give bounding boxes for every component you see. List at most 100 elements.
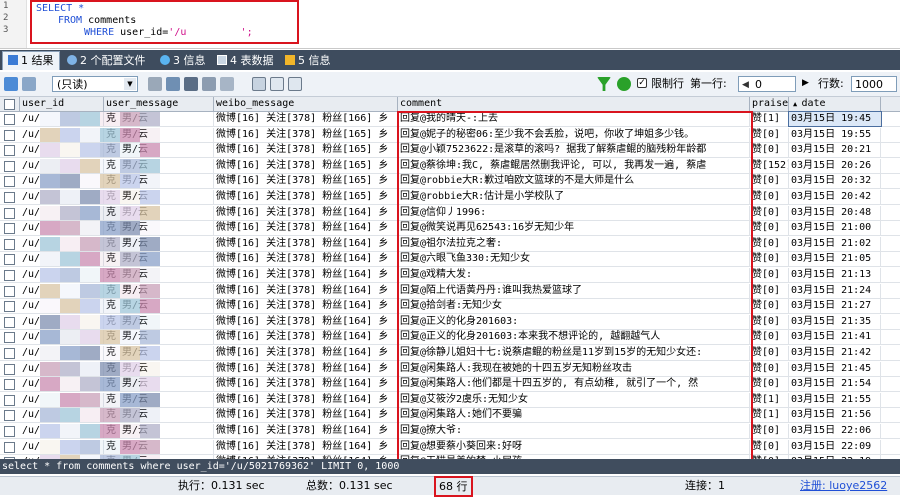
- cell-weibo-message[interactable]: 微博[16] 关注[378] 粉丝[164] 乡: [214, 392, 398, 407]
- refresh-icon[interactable]: [617, 77, 631, 91]
- row-checkbox[interactable]: [4, 332, 15, 344]
- table-row[interactable]: /u/克 男/云微博[16] 关注[378] 粉丝[165] 乡回复@妮子的秘密…: [0, 127, 900, 143]
- row-checkbox[interactable]: [4, 301, 15, 313]
- table-row[interactable]: /u/克 男/云 微博[16] 关注[378] 粉丝[165] 乡回复@小颖752…: [0, 143, 900, 159]
- row-checkbox[interactable]: [4, 238, 15, 250]
- cell-praise[interactable]: 赞[1]: [750, 392, 789, 407]
- cell-praise[interactable]: 赞[0]: [750, 143, 789, 158]
- cell-weibo-message[interactable]: 微博[16] 关注[378] 粉丝[165] 乡: [214, 190, 398, 204]
- cell-date[interactable]: 03月15日 21:02: [789, 236, 881, 251]
- cell-comment[interactable]: 回复@艾筱汐2虞乐:无知少女: [398, 392, 750, 407]
- cell-praise[interactable]: 赞[0]: [750, 361, 789, 376]
- row-checkbox[interactable]: [4, 394, 15, 406]
- tab-info-2[interactable]: 5 信息: [280, 52, 336, 70]
- row-checkbox[interactable]: [4, 426, 15, 437]
- table-row[interactable]: /u/克 男/云微博[16] 关注[378] 粉丝[164] 乡回复@想要蔡小葵…: [0, 439, 900, 455]
- registration-link[interactable]: 注册: luoye2562: [800, 477, 887, 495]
- table-row[interactable]: /u/克 男/云微博[16] 关注[378] 粉丝[164] 乡回复@六眼飞鱼3…: [0, 252, 900, 268]
- cell-comment[interactable]: 回复@正义的化身201603:: [398, 314, 750, 329]
- cell-comment[interactable]: 回复@闲集路人:我现在被她的十四五岁无知粉丝攻击: [398, 361, 750, 376]
- cell-weibo-message[interactable]: 微博[16] 关注[378] 粉丝[164] 乡: [214, 299, 398, 314]
- cell-date[interactable]: 03月15日 21:24: [789, 283, 881, 298]
- table-row[interactable]: /u/克 男/云微博[16] 关注[378] 粉丝[164] 乡回复@艾筱汐2虞…: [0, 392, 900, 408]
- tab-table-data[interactable]: 4 表数据: [212, 52, 279, 70]
- cell-praise[interactable]: 赞[0]: [750, 424, 789, 438]
- cell-weibo-message[interactable]: 微博[16] 关注[378] 粉丝[164] 乡: [214, 268, 398, 282]
- cell-date[interactable]: 03月15日 20:32: [789, 174, 881, 189]
- row-checkbox[interactable]: [4, 410, 15, 422]
- cell-comment[interactable]: 回复@陌上代语黄丹丹:谁叫我热爱篮球了: [398, 283, 750, 298]
- sql-editor[interactable]: 1 2 3 SELECT * FROM comments WHERE user_…: [0, 0, 900, 49]
- filter-icon[interactable]: [597, 77, 611, 91]
- cell-date[interactable]: 03月15日 21:55: [789, 392, 881, 407]
- col-date[interactable]: ▲ date: [789, 97, 881, 111]
- cell-comment[interactable]: 回复@蔡徐坤:我C, 蔡虐鲲居然删我评论, 可以, 我再发一遍, 蔡虐: [398, 158, 750, 173]
- cell-date[interactable]: 03月15日 21:41: [789, 330, 881, 345]
- mode-select[interactable]: (只读) ▼: [52, 76, 138, 92]
- refresh-query-icon[interactable]: [166, 77, 180, 91]
- cell-comment[interactable]: 回复@我的晴天-:上去: [398, 112, 750, 126]
- copy-icon[interactable]: [148, 77, 162, 91]
- row-checkbox[interactable]: [4, 176, 15, 188]
- cell-praise[interactable]: 赞[1]: [750, 112, 789, 126]
- cell-date[interactable]: 03月15日 21:45: [789, 361, 881, 376]
- header-select-all[interactable]: [0, 97, 20, 111]
- cell-weibo-message[interactable]: 微博[16] 关注[378] 粉丝[165] 乡: [214, 174, 398, 189]
- cell-praise[interactable]: 赞[0]: [750, 205, 789, 220]
- cell-praise[interactable]: 赞[0]: [750, 299, 789, 314]
- col-user-id[interactable]: user_id: [20, 97, 104, 111]
- cell-praise[interactable]: 赞[152]: [750, 158, 789, 173]
- cell-praise[interactable]: 赞[0]: [750, 127, 789, 142]
- tab-profiles[interactable]: 2 个配置文件: [62, 52, 151, 70]
- table-row[interactable]: /u/克 男/云微博[16] 关注[378] 粉丝[164] 乡回复@正义的化身…: [0, 314, 900, 330]
- cell-weibo-message[interactable]: 微博[16] 关注[378] 粉丝[164] 乡: [214, 439, 398, 454]
- row-checkbox[interactable]: [4, 254, 15, 266]
- cell-date[interactable]: 03月15日 20:26: [789, 158, 881, 173]
- table-row[interactable]: /u/克 男/云微博[16] 关注[378] 粉丝[164] 乡回复@微笑说再见…: [0, 221, 900, 237]
- cell-weibo-message[interactable]: 微博[16] 关注[378] 粉丝[164] 乡: [214, 236, 398, 251]
- text-view-icon[interactable]: [288, 77, 302, 91]
- table-row[interactable]: /u/克 男/云微博[16] 关注[378] 粉丝[165] 乡回复@robbi…: [0, 190, 900, 205]
- row-checkbox[interactable]: [4, 285, 15, 297]
- first-row-input[interactable]: ◀ 0: [738, 76, 796, 92]
- tab-info[interactable]: 3 信息: [155, 52, 211, 70]
- rows-input[interactable]: 1000: [851, 76, 897, 92]
- cell-weibo-message[interactable]: 微博[16] 关注[378] 粉丝[166] 乡: [214, 112, 398, 126]
- cell-date[interactable]: 03月15日 21:00: [789, 221, 881, 236]
- cell-comment[interactable]: 回复@拾剑者:无知少女: [398, 299, 750, 314]
- revert-icon[interactable]: [220, 77, 234, 91]
- row-checkbox[interactable]: [4, 223, 15, 235]
- cell-comment[interactable]: 回复@信仰丿1996:: [398, 205, 750, 220]
- prev-page-icon[interactable]: ◀: [742, 77, 749, 93]
- cell-comment[interactable]: 回复@robbie大R:估计是小学校队了: [398, 190, 750, 204]
- cell-weibo-message[interactable]: 微博[16] 关注[378] 粉丝[164] 乡: [214, 424, 398, 438]
- cell-date[interactable]: 03月15日 21:56: [789, 408, 881, 423]
- cell-comment[interactable]: 回复@闲集路人:她们不要骗: [398, 408, 750, 423]
- row-checkbox[interactable]: [4, 145, 15, 157]
- row-checkbox[interactable]: [4, 192, 15, 203]
- cell-comment[interactable]: 回复@徐静儿姐妇十七:说蔡虐鲲的粉丝是11岁到15岁的无知少女还:: [398, 346, 750, 360]
- row-checkbox[interactable]: [4, 270, 15, 281]
- form-view-icon[interactable]: [270, 77, 284, 91]
- cell-comment[interactable]: 回复@robbie大R:歉过咱欧文篮球的不是大师是什么: [398, 174, 750, 189]
- table-row[interactable]: /u/克 男/云 微博[16] 关注[378] 粉丝[164] 乡回复@陌上代语黄…: [0, 283, 900, 299]
- export-icon[interactable]: [4, 77, 18, 91]
- table-row[interactable]: /u/克 男/云微博[16] 关注[378] 粉丝[164] 乡回复@徐静儿姐妇…: [0, 346, 900, 361]
- cell-weibo-message[interactable]: 微博[16] 关注[378] 粉丝[164] 乡: [214, 361, 398, 376]
- col-praise[interactable]: praise: [750, 97, 789, 111]
- table-row[interactable]: /u/克 男/云微博[16] 关注[378] 粉丝[164] 乡回复@正义的化身…: [0, 330, 900, 346]
- grid-options-icon[interactable]: [22, 77, 36, 91]
- cell-praise[interactable]: 赞[0]: [750, 346, 789, 360]
- cell-date[interactable]: 03月15日 19:55: [789, 127, 881, 142]
- cell-comment[interactable]: 回复@撩大爷:: [398, 424, 750, 438]
- cell-weibo-message[interactable]: 微博[16] 关注[378] 粉丝[164] 乡: [214, 283, 398, 298]
- col-weibo-message[interactable]: weibo_message: [214, 97, 398, 111]
- cell-date[interactable]: 03月15日 21:27: [789, 299, 881, 314]
- row-checkbox[interactable]: [4, 129, 15, 141]
- table-row[interactable]: /u/克 男/云微博[16] 关注[378] 粉丝[165] 乡回复@蔡徐坤:我…: [0, 158, 900, 174]
- table-row[interactable]: /u/克 男/云微博[16] 关注[378] 粉丝[164] 乡回复@闲集路人:…: [0, 377, 900, 393]
- cell-praise[interactable]: 赞[0]: [750, 377, 789, 392]
- table-row[interactable]: /u/克 男/云微博[16] 关注[378] 粉丝[166] 乡回复@我的晴天-…: [0, 111, 900, 127]
- cell-date[interactable]: 03月15日 21:42: [789, 346, 881, 360]
- cell-date[interactable]: 03月15日 20:48: [789, 205, 881, 220]
